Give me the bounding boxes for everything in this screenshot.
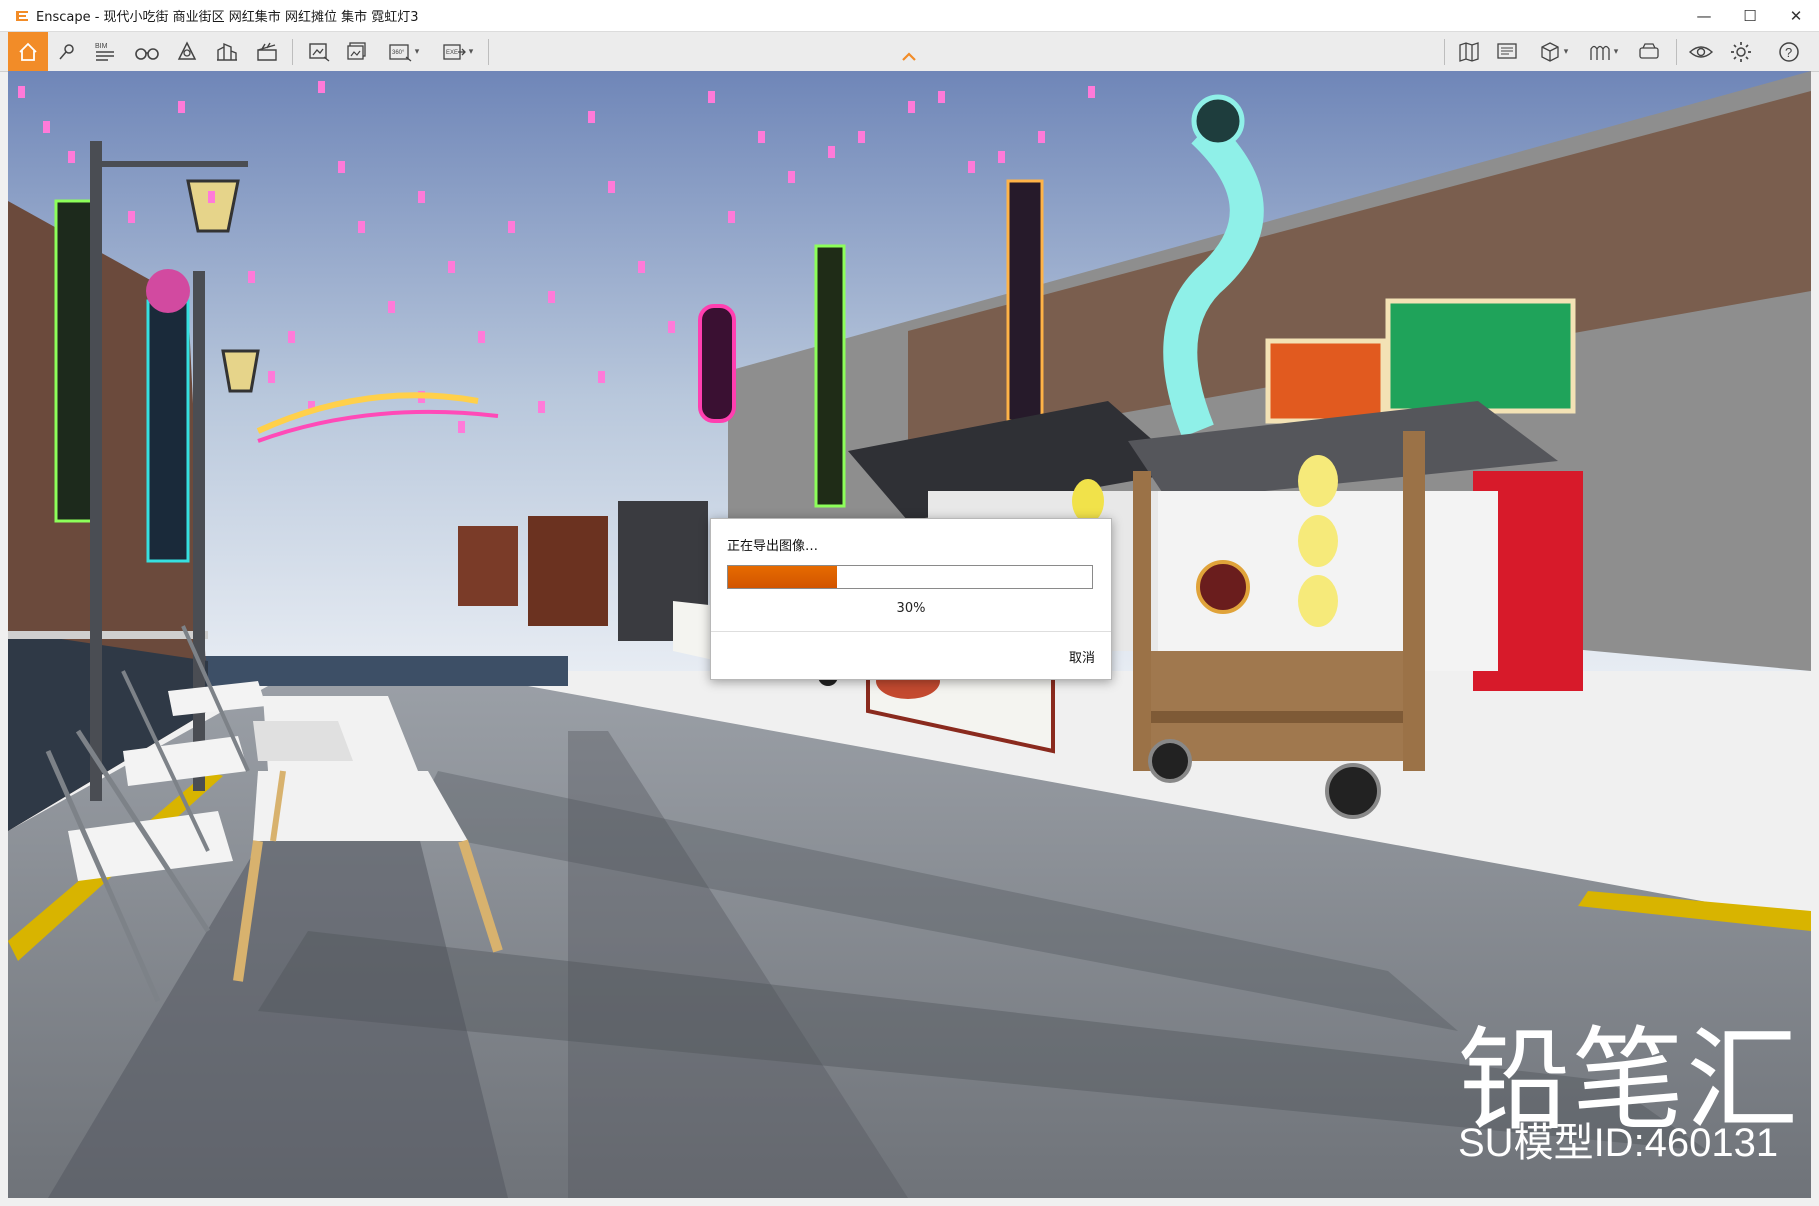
eye-icon: [1688, 45, 1714, 58]
binoculars-icon: [135, 47, 159, 60]
home-button[interactable]: [8, 32, 48, 71]
export-dropdown-caret[interactable]: ▾: [469, 47, 474, 57]
toolbar-separator: [292, 39, 293, 65]
views-button[interactable]: [130, 32, 164, 71]
assets-button[interactable]: [170, 32, 204, 71]
video-editor-button[interactable]: [250, 32, 284, 71]
collapse-toolbar-icon[interactable]: [902, 52, 916, 62]
enscape-logo-icon: [16, 10, 28, 21]
batch-render-button[interactable]: [340, 32, 374, 71]
vr-headset-button[interactable]: [1632, 32, 1666, 71]
buildings-button[interactable]: [210, 32, 244, 71]
cancel-button[interactable]: 取消: [1025, 643, 1095, 669]
toolbar-separator: [1676, 39, 1677, 65]
help-button[interactable]: ?: [1772, 32, 1806, 71]
close-button[interactable]: ✕: [1773, 0, 1819, 31]
preview-button[interactable]: [1684, 32, 1718, 71]
vr-headset-icon: [1639, 42, 1659, 59]
title-bar: Enscape - 现代小吃街 商业街区 网红集市 网红摊位 集市 霓虹灯3 —…: [0, 0, 1819, 32]
location-button[interactable]: [52, 32, 82, 71]
toolbar-separator: [488, 39, 489, 65]
map-book-icon: [1459, 41, 1479, 62]
location-pin-icon: [59, 43, 74, 59]
gear-icon: [1731, 41, 1751, 62]
panorama-button[interactable]: 360° ▾: [380, 32, 426, 71]
render-image-icon: [309, 42, 330, 62]
clapperboard-icon: [257, 42, 277, 61]
enscape-window: Enscape - 现代小吃街 商业街区 网红集市 网红摊位 集市 霓虹灯3 —…: [0, 0, 1819, 1206]
batch-render-icon: [347, 41, 366, 60]
panorama-icon: 360°: [389, 43, 412, 62]
visual-settings-button[interactable]: [1490, 32, 1524, 71]
minimize-button[interactable]: —: [1681, 0, 1727, 31]
settings-button[interactable]: [1724, 32, 1758, 71]
panorama-dropdown-caret[interactable]: ▾: [415, 47, 420, 57]
view-mode-dropdown-caret[interactable]: ▾: [1564, 47, 1569, 57]
maximize-button[interactable]: ☐: [1727, 0, 1773, 31]
dialog-title: 正在导出图像…: [727, 539, 819, 554]
bim-label: BIM: [95, 43, 108, 50]
export-button[interactable]: EXE ▾: [434, 32, 480, 71]
orthographic-button[interactable]: ▾: [1580, 32, 1626, 71]
export-exe-icon: EXE: [443, 43, 466, 60]
dialog-divider: [711, 631, 1111, 632]
buildings-icon: [217, 42, 237, 61]
presentation-icon: [1497, 42, 1517, 59]
export-progress-bar: [727, 565, 1093, 589]
home-icon: [19, 42, 37, 61]
arches-icon: [1590, 45, 1610, 60]
screenshot-button[interactable]: [302, 32, 336, 71]
exe-label: EXE: [446, 50, 458, 56]
orthographic-dropdown-caret[interactable]: ▾: [1614, 47, 1619, 57]
bim-icon: BIM: [95, 43, 114, 61]
material-editor-button[interactable]: [1452, 32, 1486, 71]
watermark-model-id: SU模型ID:460131: [1458, 1121, 1779, 1165]
export-progress-dialog: 正在导出图像… 30% 取消: [710, 518, 1112, 680]
window-title: Enscape - 现代小吃街 商业街区 网红集市 网红摊位 集市 霓虹灯3: [36, 10, 419, 25]
view-mode-button[interactable]: ▾: [1530, 32, 1576, 71]
bim-button[interactable]: BIM: [90, 32, 120, 71]
cube-icon: [1541, 41, 1559, 62]
help-icon: ?: [1779, 41, 1799, 62]
progress-percentage: 30%: [896, 601, 926, 616]
tree-icon: [177, 40, 197, 60]
panorama-label: 360°: [392, 50, 405, 56]
svg-text:?: ?: [1785, 45, 1792, 60]
toolbar-separator: [1444, 39, 1445, 65]
export-progress-fill: [728, 566, 838, 588]
